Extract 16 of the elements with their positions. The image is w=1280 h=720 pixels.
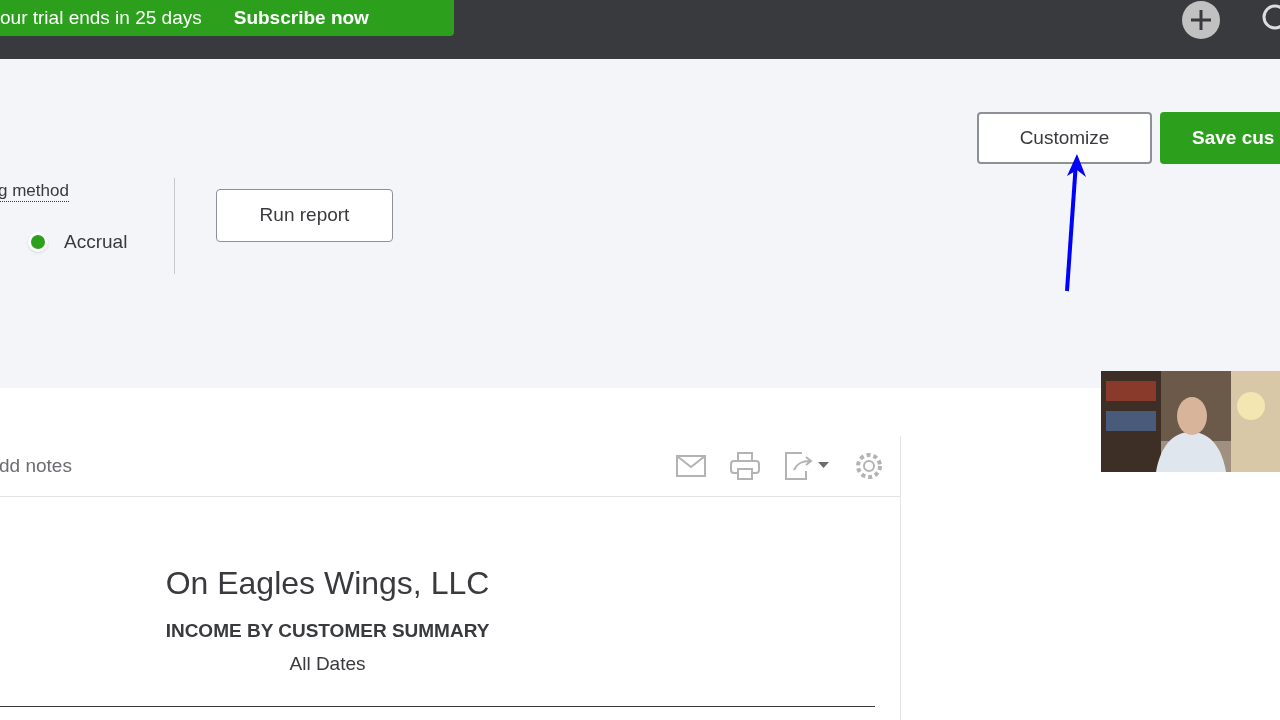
customize-button[interactable]: Customize	[977, 112, 1152, 164]
settings-icon[interactable]	[854, 451, 884, 481]
trial-text: our trial ends in 25 days	[0, 5, 202, 30]
report-title: INCOME BY CUSTOMER SUMMARY	[165, 619, 490, 643]
add-notes-link[interactable]: dd notes	[0, 451, 72, 481]
accrual-label: Accrual	[64, 229, 128, 254]
email-icon[interactable]	[676, 455, 706, 477]
report-period: All Dates	[289, 651, 366, 676]
run-report-button[interactable]: Run report	[216, 188, 393, 242]
export-icon[interactable]	[784, 452, 830, 480]
subscribe-link[interactable]: Subscribe now	[233, 3, 369, 33]
radio-button[interactable]	[28, 231, 48, 252]
plus-icon[interactable]	[1182, 1, 1220, 39]
save-button[interactable]: Save cus	[1160, 112, 1280, 164]
print-icon[interactable]	[730, 452, 760, 480]
company-name: On Eagles Wings, LLC	[165, 564, 490, 603]
